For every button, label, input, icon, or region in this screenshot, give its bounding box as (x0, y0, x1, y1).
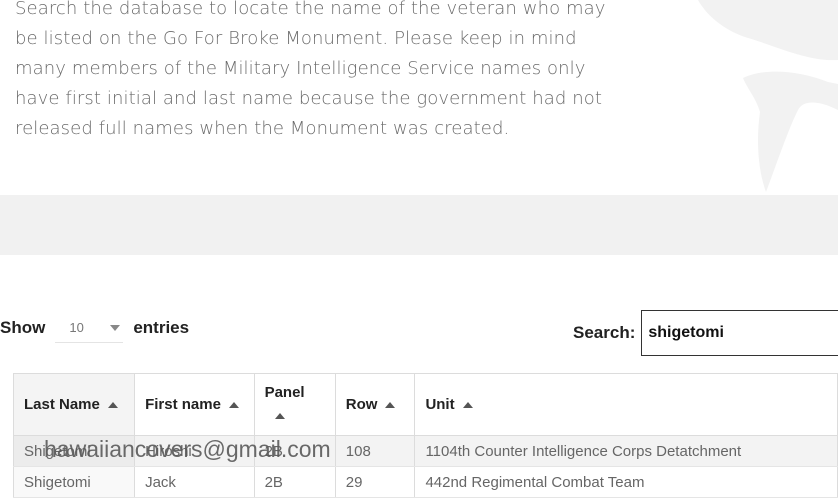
cell-unit: 1104th Counter Intelligence Corps Detatc… (414, 435, 838, 467)
veterans-table: Last Name First name Panel Row Unit Shig… (12, 373, 838, 498)
intro-line: be listed on the Go For Broke Monument. … (15, 28, 577, 49)
table-header-row: Last Name First name Panel Row Unit (12, 373, 838, 436)
cell-first-name: Jack (134, 466, 255, 498)
column-header-label: Last Name (24, 396, 100, 413)
cell-row: 29 (334, 466, 416, 498)
intro-line: many members of the Military Intelligenc… (15, 58, 586, 79)
cell-unit: 442nd Regimental Combat Team (414, 466, 838, 498)
entries-label: entries (133, 318, 190, 337)
column-header-first-name[interactable]: First name (134, 373, 255, 436)
search-area: Search: (573, 310, 838, 356)
column-header-label: Unit (425, 396, 455, 413)
sort-asc-icon (462, 402, 473, 409)
sort-asc-icon (107, 402, 118, 409)
column-header-panel[interactable]: Panel (253, 373, 336, 436)
cell-last-name: Shigetomi (12, 435, 136, 467)
column-header-row[interactable]: Row (334, 373, 416, 436)
intro-line: have first initial and last name because… (15, 88, 603, 109)
intro-line: released full names when the Monument wa… (15, 118, 510, 139)
entries-length-control: Show 10 entries (0, 313, 189, 343)
brush-stroke-decoration (678, 0, 838, 195)
sort-asc-icon (228, 402, 239, 409)
sort-asc-icon (385, 402, 396, 409)
entries-select[interactable]: 10 (55, 313, 124, 343)
show-label: Show (0, 318, 46, 337)
cell-row: 108 (334, 435, 416, 467)
entries-select-value: 10 (69, 320, 84, 335)
sort-asc-icon (274, 413, 285, 420)
cell-panel: 2B (253, 435, 336, 467)
cell-last-name: Shigetomi (12, 466, 136, 498)
chevron-down-icon (110, 325, 121, 331)
column-header-unit[interactable]: Unit (414, 373, 838, 436)
intro-text: Search the database to locate the name o… (15, 0, 615, 144)
column-header-label: First name (145, 396, 221, 413)
cell-panel: 2B (253, 466, 336, 498)
search-input[interactable] (641, 310, 838, 356)
column-header-last-name[interactable]: Last Name (12, 373, 136, 436)
gray-band (0, 195, 838, 255)
table-row: Shigetomi Hiroshi 2B 108 1104th Counter … (12, 435, 838, 467)
cell-first-name: Hiroshi (134, 435, 255, 467)
column-header-label: Row (345, 396, 378, 413)
intro-line: Search the database to locate the name o… (15, 0, 606, 19)
column-header-label: Panel (264, 384, 305, 401)
table-row: Shigetomi Jack 2B 29 442nd Regimental Co… (12, 466, 838, 498)
search-label: Search: (573, 323, 636, 342)
